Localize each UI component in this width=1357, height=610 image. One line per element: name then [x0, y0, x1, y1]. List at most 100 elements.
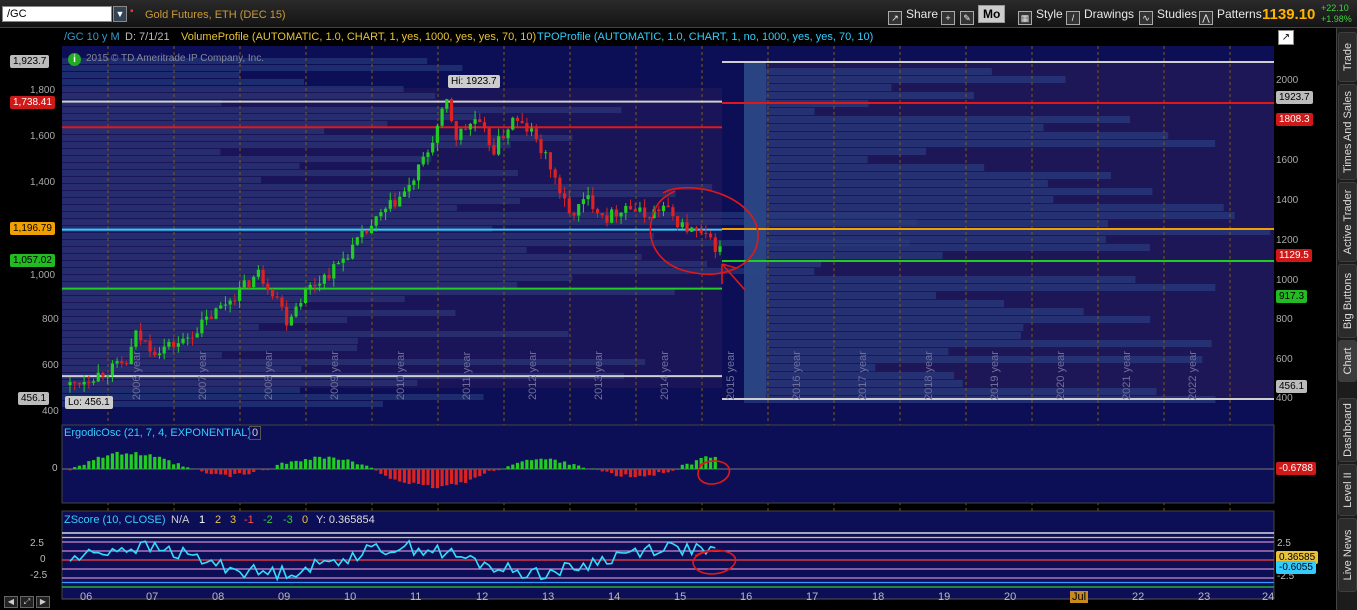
period-label[interactable]: /GC 10 y M: [64, 31, 120, 43]
ergodic-bar: [388, 469, 392, 479]
tab-live-news[interactable]: Live News: [1338, 518, 1357, 592]
ergodic-bar: [115, 451, 119, 469]
zscore-level-toggle[interactable]: -1: [244, 514, 254, 526]
tpo-profile-study[interactable]: TPOProfile (AUTOMATIC, 1.0, CHART, 1, no…: [537, 31, 873, 43]
candle-body: [299, 303, 303, 307]
ergodic-study-title[interactable]: ErgodicOsc (21, 7, 4, EXPONENTIAL): [64, 427, 251, 439]
zscore-level-toggle[interactable]: 2: [215, 514, 221, 526]
year-label: 2018 year: [923, 351, 935, 400]
ergodic-bar: [529, 460, 534, 469]
drawings-button[interactable]: / Drawings: [1060, 5, 1140, 25]
candle-body: [567, 198, 571, 214]
share-icon: ↗: [888, 11, 902, 25]
time-axis-label: 11: [410, 591, 422, 603]
ergodic-bar: [223, 469, 228, 475]
style-icon: ▦: [1018, 11, 1032, 25]
scroll-right-icon[interactable]: ▶: [36, 596, 50, 608]
ergodic-bar: [96, 456, 100, 469]
time-axis-label: 19: [938, 591, 951, 603]
candle-body: [252, 276, 256, 288]
tab-dashboard[interactable]: Dashboard: [1338, 398, 1357, 462]
ergodic-bar: [351, 461, 355, 469]
ergodic-bar: [671, 469, 675, 471]
month-aggregation-button[interactable]: Mo: [978, 5, 1006, 23]
right-axis-tick: 1200: [1276, 235, 1299, 246]
ergodic-bar: [68, 469, 72, 471]
symbol-input[interactable]: /GC: [2, 6, 112, 22]
year-label: 2020 year: [1055, 351, 1067, 400]
info-icon[interactable]: i: [68, 53, 81, 66]
candle-body: [162, 346, 166, 354]
patterns-button[interactable]: ⋀ Patterns: [1193, 5, 1268, 25]
candle-body: [647, 217, 651, 219]
candle-body: [303, 287, 308, 304]
time-axis-label: 20: [1004, 591, 1017, 603]
ergodic-bar: [553, 459, 557, 469]
expand-panel-icon[interactable]: ↗: [1278, 30, 1294, 45]
year-label: 2007 year: [197, 351, 209, 400]
tab-level-ii[interactable]: Level II: [1338, 464, 1357, 516]
ergodic-bar: [412, 469, 416, 483]
zscore-level-toggle[interactable]: 1: [199, 514, 205, 526]
ergodic-bar: [661, 469, 666, 474]
right-axis-tick: 2000: [1276, 75, 1299, 86]
toolbar: /GC ▼ ▪ Gold Futures, ETH (DEC 15) ↗ Shar…: [0, 0, 1357, 28]
right-price-tag: 1129.5: [1276, 249, 1312, 262]
zscore-level-toggle[interactable]: -2: [263, 514, 273, 526]
zscore-level-toggle[interactable]: 0: [302, 514, 308, 526]
time-axis-label: 24: [1262, 591, 1275, 603]
tab-trade[interactable]: Trade: [1338, 32, 1357, 82]
year-label: 2006 year: [131, 351, 143, 400]
ergodic-bar: [666, 469, 670, 473]
ergodic-bar: [520, 461, 524, 469]
left-price-tag: 1,196.79: [10, 222, 55, 235]
tab-active-trader[interactable]: Active Trader: [1338, 182, 1357, 262]
ergodic-bar: [459, 469, 463, 483]
candle-body: [595, 209, 600, 214]
zoom-icon[interactable]: ⤢: [20, 596, 34, 608]
zscore-study-title[interactable]: ZScore (10, CLOSE): [64, 514, 165, 526]
candle-body: [106, 375, 110, 377]
right-axis-tick: 600: [1276, 354, 1293, 365]
zscore-level-toggle[interactable]: -3: [283, 514, 293, 526]
volume-profile-study[interactable]: VolumeProfile (AUTOMATIC, 1.0, CHART, 1,…: [181, 31, 536, 43]
candle-body: [143, 340, 147, 342]
share-button[interactable]: ↗ Share: [882, 5, 944, 25]
symbol-dropdown-icon[interactable]: ▼: [113, 6, 127, 22]
candle-body: [247, 280, 251, 288]
candle-body: [421, 156, 425, 165]
candle-body: [398, 196, 402, 207]
ergodic-bar: [341, 459, 345, 469]
ergodic-bar: [713, 456, 717, 469]
ergodic-bar: [525, 459, 529, 469]
candle-body: [525, 123, 529, 132]
ergodic-bar: [402, 469, 407, 483]
time-axis-label: 13: [542, 591, 555, 603]
tab-times-and-sales[interactable]: Times And Sales: [1338, 84, 1357, 180]
year-label: 2013 year: [593, 351, 605, 400]
candle-body: [412, 180, 416, 185]
left-price-tag: 1,738.41: [10, 96, 55, 109]
zscore-level-toggle[interactable]: 3: [230, 514, 236, 526]
candle-body: [638, 207, 642, 212]
link-color-icon[interactable]: ▪: [130, 6, 138, 22]
candle-body: [464, 128, 468, 130]
profile-bar: [744, 340, 1212, 347]
ergodic-bar: [261, 469, 265, 471]
ergodic-bar: [638, 469, 642, 476]
candle-body: [506, 129, 510, 139]
ergodic-bar: [176, 463, 180, 469]
ergodic-bar: [204, 469, 209, 474]
ergodic-bar: [308, 459, 312, 469]
candle-body: [91, 381, 96, 383]
ergodic-bar: [233, 469, 237, 474]
crosshair-icon: +: [941, 11, 955, 25]
scroll-left-icon[interactable]: ◀: [4, 596, 18, 608]
candle-body: [690, 227, 694, 232]
ergodic-bar: [134, 452, 138, 469]
ergodic-bar: [242, 469, 246, 475]
tab-big-buttons[interactable]: Big Buttons: [1338, 264, 1357, 338]
tab-chart[interactable]: Chart: [1338, 340, 1357, 382]
candle-body: [369, 225, 374, 234]
ergodic-bar: [440, 469, 444, 487]
